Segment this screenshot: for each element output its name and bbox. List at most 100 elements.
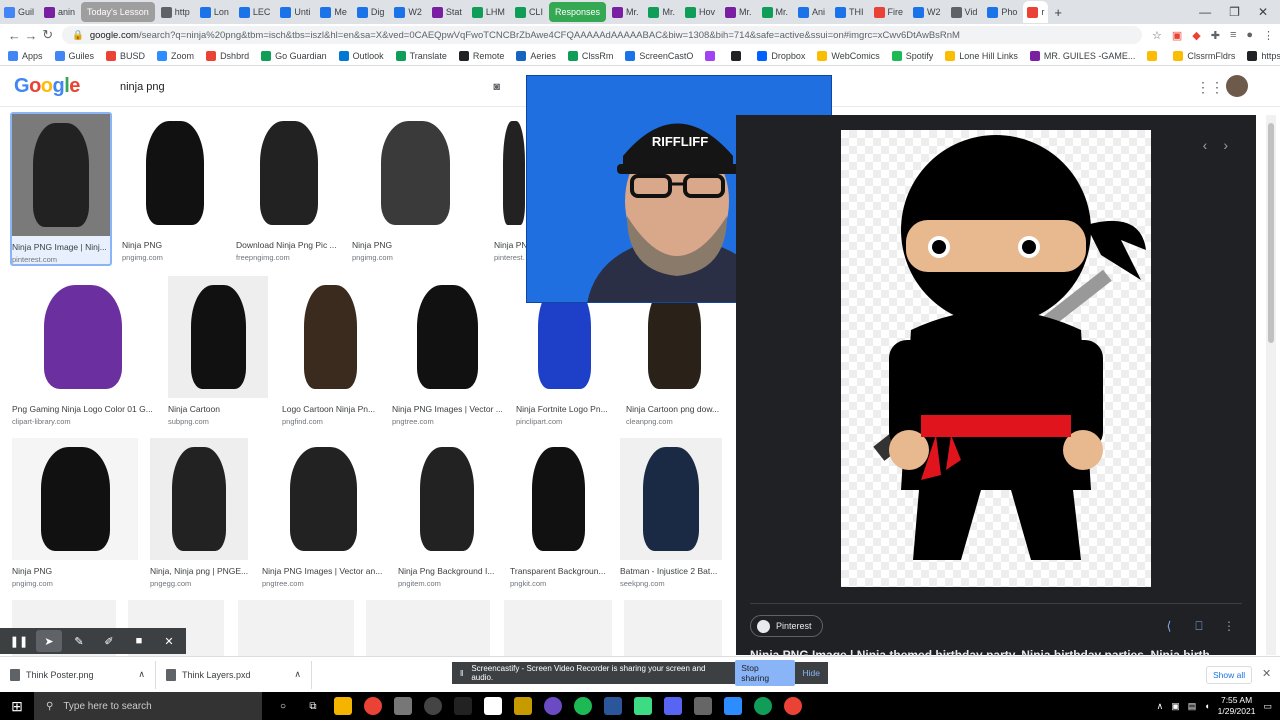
browser-tab[interactable]: Lon — [196, 2, 233, 22]
browser-tab[interactable]: Responses — [548, 2, 606, 22]
result-caption[interactable]: Png Gaming Ninja Logo Color 01 G... — [12, 404, 154, 414]
volume-icon[interactable]: ◖ — [1204, 701, 1209, 711]
result-thumbnail[interactable] — [238, 600, 354, 656]
result-caption[interactable]: Ninja Cartoon png dow... — [626, 404, 722, 414]
browser-tab[interactable]: Mr. — [721, 2, 756, 22]
browser-tab[interactable]: r — [1023, 1, 1049, 23]
back-arrow-icon[interactable]: ← — [6, 28, 23, 43]
app-icon[interactable] — [424, 697, 442, 715]
result-caption[interactable]: Ninja PNG Images | Vector ... — [392, 404, 502, 414]
result-thumbnail[interactable] — [262, 438, 384, 560]
browser-tab[interactable]: Dig — [353, 2, 389, 22]
app-icon[interactable] — [514, 697, 532, 715]
browser-tab[interactable]: Unti — [276, 2, 314, 22]
bookmark-item[interactable]: ScreenCastO — [625, 50, 693, 61]
close-icon[interactable]: ✕ — [156, 630, 182, 652]
puzzle-icon[interactable]: ✚ — [1211, 29, 1220, 42]
previous-arrow-icon[interactable]: ‹ — [1203, 137, 1208, 153]
file-explorer-icon[interactable] — [334, 697, 352, 715]
result-thumbnail[interactable] — [122, 112, 228, 234]
bookmark-item[interactable]: Outlook — [338, 50, 384, 61]
chrome-icon[interactable] — [754, 697, 772, 715]
windows-start-icon[interactable]: ⊞ — [0, 698, 34, 715]
result-thumbnail[interactable] — [366, 600, 490, 656]
bookmark-item[interactable]: Aeries — [516, 50, 556, 61]
result-caption[interactable]: Ninja PNG Images | Vector an... — [262, 566, 384, 576]
bookmark-star-icon[interactable]: ☆ — [1152, 29, 1162, 42]
browser-tab[interactable]: Mr. — [608, 2, 643, 22]
document-icon[interactable] — [484, 697, 502, 715]
image-result[interactable]: Logo Cartoon Ninja Pn... pngfind.com — [282, 276, 378, 426]
source-chip[interactable]: Pinterest — [750, 615, 823, 637]
browser-tab[interactable]: Hov — [681, 2, 719, 22]
taskbar-search[interactable]: ⚲ Type here to search — [34, 692, 262, 720]
discord-icon[interactable] — [664, 697, 682, 715]
chrome-icon[interactable] — [784, 697, 802, 715]
bookmark-item[interactable]: Go Guardian — [261, 50, 327, 61]
notifications-icon[interactable]: ▭ — [1263, 701, 1272, 712]
bookmark-item[interactable] — [1147, 50, 1161, 61]
result-thumbnail[interactable] — [510, 438, 606, 560]
browser-tab[interactable]: Mr. — [644, 2, 679, 22]
chevron-up-icon[interactable]: ∧ — [294, 669, 301, 680]
browser-tab[interactable]: LHM — [468, 2, 509, 22]
result-thumbnail[interactable] — [620, 438, 722, 560]
preview-image[interactable] — [841, 130, 1151, 587]
image-result[interactable]: Ninja PNG pngimg.com — [12, 438, 138, 588]
image-result[interactable]: Ninja PNG Image | Ninj... pinterest.com — [10, 112, 112, 266]
browser-tab[interactable]: Fire — [870, 2, 908, 22]
bookmark-item[interactable]: https://s3-eu-west-... — [1247, 50, 1280, 61]
stop-sharing-button[interactable]: Stop sharing — [735, 660, 795, 686]
app-icon[interactable] — [604, 697, 622, 715]
app-icon[interactable] — [454, 697, 472, 715]
result-thumbnail[interactable] — [504, 600, 612, 656]
profile-icon[interactable]: ● — [1246, 29, 1253, 42]
image-result[interactable]: Batman - Injustice 2 Bat... seekpng.com — [620, 438, 722, 588]
browser-tab[interactable]: LEC — [235, 2, 275, 22]
result-thumbnail[interactable] — [624, 600, 722, 656]
image-result[interactable]: Ninja Png Background I... pngitem.com — [398, 438, 496, 588]
image-result[interactable]: Png Gaming Ninja Logo Color 01 G... clipa… — [12, 276, 154, 426]
task-view-icon[interactable]: ⧉ — [304, 697, 322, 715]
bookmark-item[interactable]: Dropbox — [757, 50, 805, 61]
result-thumbnail[interactable] — [352, 112, 478, 234]
highlighter-icon[interactable]: ✐ — [96, 630, 122, 652]
result-caption[interactable]: Ninja, Ninja png | PNGE... — [150, 566, 248, 576]
avatar[interactable] — [1226, 75, 1248, 97]
bookmark-item[interactable]: Translate — [395, 50, 447, 61]
result-caption[interactable]: Ninja Png Background I... — [398, 566, 496, 576]
result-caption[interactable]: Ninja PNG Image | Ninj... — [12, 242, 110, 252]
result-thumbnail[interactable] — [392, 276, 502, 398]
app-icon[interactable] — [634, 697, 652, 715]
extension-icon[interactable]: ◆ — [1192, 29, 1200, 42]
bookmark-item[interactable]: MR. GUILES -GAME... — [1029, 50, 1135, 61]
image-result[interactable]: Ninja PNG pngimg.com — [352, 112, 478, 262]
app-icon[interactable] — [544, 697, 562, 715]
bookmark-item[interactable] — [731, 50, 745, 61]
window-close-button[interactable]: ✕ — [1258, 5, 1268, 19]
image-result[interactable]: Ninja, Ninja png | PNGE... pngegg.com — [150, 438, 248, 588]
next-arrow-icon[interactable]: › — [1223, 137, 1228, 153]
menu-dots-icon[interactable]: ⋮ — [1263, 29, 1274, 42]
result-thumbnail[interactable] — [150, 438, 248, 560]
image-result[interactable] — [504, 600, 612, 656]
result-caption[interactable]: Ninja PNG — [122, 240, 228, 250]
camera-icon[interactable]: ◙ — [493, 81, 500, 93]
browser-tab[interactable]: anin — [40, 2, 79, 22]
result-caption[interactable]: Ninja PNG — [352, 240, 478, 250]
zoom-icon[interactable] — [724, 697, 742, 715]
reload-icon[interactable]: ↻ — [39, 27, 56, 43]
browser-tab[interactable]: Ani — [794, 2, 829, 22]
share-icon[interactable]: ⟨ — [1158, 615, 1180, 637]
bookmark-item[interactable]: Apps — [8, 50, 43, 61]
app-icon[interactable] — [694, 697, 712, 715]
bookmark-item[interactable]: BUSD — [106, 50, 145, 61]
bookmark-item[interactable]: Lone Hill Links — [945, 50, 1018, 61]
cortana-icon[interactable]: ○ — [274, 697, 292, 715]
cursor-icon[interactable]: ➤ — [36, 630, 62, 652]
spotify-icon[interactable] — [574, 697, 592, 715]
result-caption[interactable]: Ninja PNG — [12, 566, 138, 576]
pause-icon[interactable]: ❚❚ — [6, 630, 32, 652]
result-caption[interactable]: Ninja Cartoon — [168, 404, 268, 414]
show-all-button[interactable]: Show all — [1206, 666, 1253, 684]
